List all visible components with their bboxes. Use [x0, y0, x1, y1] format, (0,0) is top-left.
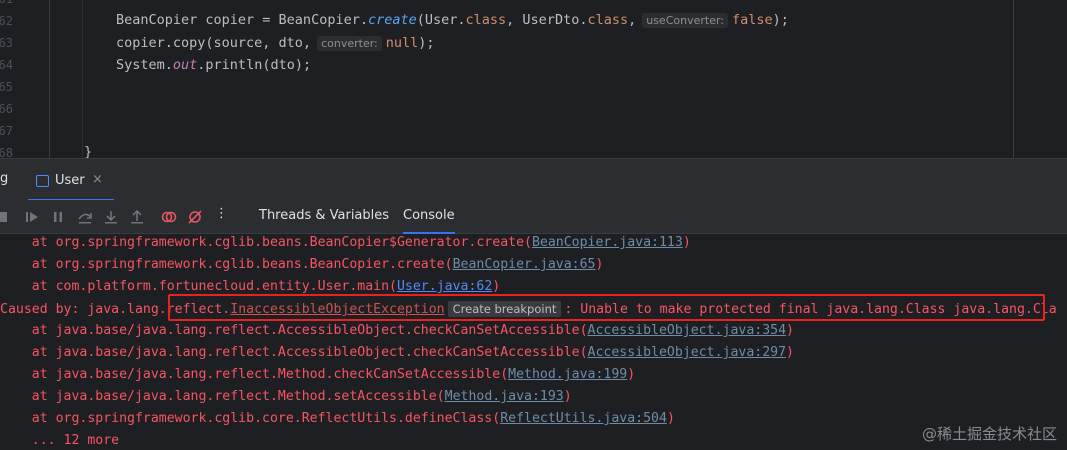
parameter-hint: converter: [317, 36, 382, 51]
stack-trace-line: at java.base/java.lang.reflect.Method.ch… [0, 364, 635, 386]
line-number: 65 [0, 80, 13, 94]
tab-user[interactable]: User × [28, 165, 114, 201]
source-link[interactable]: Method.java:193 [445, 389, 564, 404]
frame-text: at org.springframework.cglib.core.Reflec… [0, 411, 501, 426]
stack-trace-line: at java.base/java.lang.reflect.Accessibl… [0, 320, 794, 342]
code-text: ); [772, 12, 789, 28]
frame-text: ) [786, 345, 794, 360]
line-number: 66 [0, 102, 13, 116]
source-link[interactable]: AccessibleObject.java:354 [588, 323, 787, 338]
view-breakpoints-icon[interactable] [161, 209, 177, 225]
line-number: 61 [0, 0, 13, 6]
stack-trace-line: at org.springframework.cglib.beans.BeanC… [0, 234, 691, 254]
resume-icon[interactable] [24, 209, 40, 225]
frame-text: at java.base/java.lang.reflect.Method.ch… [0, 367, 509, 382]
exception-link[interactable]: InaccessibleObjectException [230, 302, 444, 317]
exception-message: : Unable to make protected final java.la… [564, 302, 1057, 317]
source-link[interactable]: ReflectUtils.java:504 [500, 411, 667, 426]
source-link[interactable]: BeanCopier.java:113 [532, 235, 683, 250]
stop-icon[interactable] [0, 209, 10, 225]
parameter-hint: useConverter: [642, 13, 729, 28]
source-link[interactable]: Method.java:199 [508, 367, 627, 382]
line-number: 62 [0, 14, 13, 28]
frame-text: at org.springframework.cglib.beans.BeanC… [0, 257, 453, 272]
create-breakpoint-button[interactable]: Create breakpoint [447, 301, 562, 317]
caused-by-line: Caused by: java.lang.reflect.Inaccessibl… [0, 298, 1057, 320]
stack-trace-line: at org.springframework.cglib.beans.BeanC… [0, 254, 604, 276]
method-name: create [367, 12, 417, 28]
frame-text: at java.base/java.lang.reflect.Method.se… [0, 389, 445, 404]
watermark: @稀土掘金技术社区 [921, 425, 1057, 443]
static-field: out [172, 57, 198, 73]
frame-text: ) [627, 367, 636, 382]
frame-text: at org.springframework.cglib.beans.BeanC… [0, 235, 532, 250]
indent-guide [82, 0, 83, 158]
step-out-icon[interactable] [129, 209, 145, 225]
code-line[interactable]: copier.copy(source, dto, converter: null); [116, 33, 435, 53]
line-number: 64 [0, 58, 13, 72]
code-text: BeanCopier copier = BeanCopier. [116, 12, 368, 28]
more-actions-icon[interactable]: ⋮ [215, 206, 228, 232]
debug-tool-window-tabs: g User × [0, 158, 1067, 201]
frame-text: at java.base/java.lang.reflect.Accessibl… [0, 345, 588, 360]
code-line[interactable]: BeanCopier copier = BeanCopier.create(Us… [116, 10, 789, 30]
frame-text: ) [666, 411, 675, 426]
frame-text: at java.base/java.lang.reflect.Accessibl… [0, 323, 588, 338]
line-number-gutter[interactable]: 61 62 63 64 65 66 67 68 [0, 0, 50, 158]
tab-label: User [55, 173, 85, 188]
caused-by-text: Caused by: java.lang.reflect. [0, 302, 231, 317]
code-text: ); [418, 35, 435, 51]
tab-console[interactable]: Console [403, 208, 455, 234]
tool-window-title-fragment: g [0, 171, 9, 186]
source-link[interactable]: BeanCopier.java:65 [453, 257, 596, 272]
frame-text: ) [682, 235, 691, 250]
keyword: false [732, 12, 773, 28]
frame-text: at com.platform.fortunecloud.entity.User… [0, 279, 397, 294]
close-icon[interactable]: × [92, 172, 103, 187]
stack-trace-line: at com.platform.fortunecloud.entity.User… [0, 276, 500, 298]
more-frames-line: ... 12 more [0, 433, 120, 448]
step-over-icon[interactable] [77, 209, 93, 225]
code-text: .println(dto); [197, 57, 312, 73]
frame-text: ) [492, 279, 501, 294]
frame-text: ) [595, 257, 604, 272]
source-link[interactable]: User.java:62 [397, 279, 492, 294]
stack-trace-line: at java.base/java.lang.reflect.Method.se… [0, 386, 572, 408]
right-margin-guide [1013, 0, 1014, 158]
code-text: (User. [416, 12, 466, 28]
code-text: System. [116, 57, 173, 73]
stack-trace-line: at org.springframework.cglib.core.Reflec… [0, 408, 675, 430]
run-config-icon [36, 175, 49, 187]
line-number: 67 [0, 124, 13, 138]
closing-brace: } [84, 144, 93, 158]
code-editor[interactable]: 61 62 63 64 65 66 67 68 BeanCopier copie… [0, 0, 1067, 158]
code-text: , [628, 12, 637, 28]
code-text: , UserDto. [506, 12, 588, 28]
frame-text: ) [786, 323, 794, 338]
line-number: 63 [0, 36, 13, 50]
pause-icon[interactable] [50, 209, 66, 225]
code-text: copier.copy(source, dto, [116, 35, 312, 51]
mute-breakpoints-icon[interactable] [187, 209, 203, 225]
line-number: 68 [0, 146, 13, 158]
code-line[interactable]: System.out.println(dto); [116, 55, 311, 75]
debug-toolbar: ⋮ Threads & Variables Console [0, 200, 1067, 234]
keyword: class [587, 12, 629, 28]
stack-trace-line: at java.base/java.lang.reflect.Accessibl… [0, 342, 794, 364]
step-into-icon[interactable] [103, 209, 119, 225]
tab-threads-variables[interactable]: Threads & Variables [259, 208, 389, 234]
frame-text: ) [563, 389, 572, 404]
keyword: class [465, 12, 507, 28]
source-link[interactable]: AccessibleObject.java:297 [588, 345, 787, 360]
console-output[interactable]: at org.springframework.cglib.beans.BeanC… [0, 234, 1067, 450]
keyword: null [385, 35, 419, 51]
